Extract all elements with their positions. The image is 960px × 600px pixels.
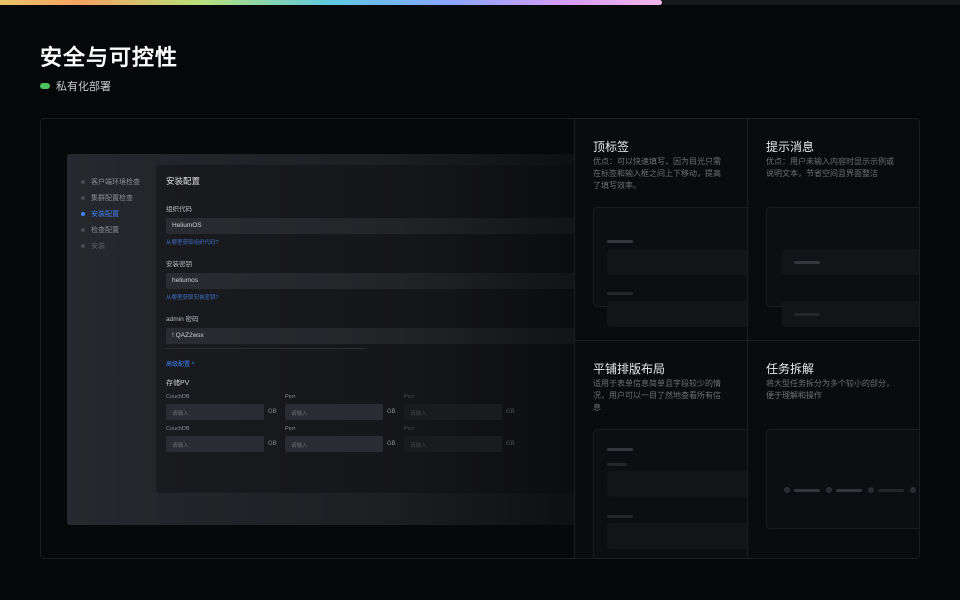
- step-check-config[interactable]: 检查配置: [81, 222, 140, 238]
- card-description: 优点：用户未输入内容时显示示例或说明文本，节省空间且界面整洁: [766, 157, 894, 178]
- step-dot-icon: [868, 487, 874, 493]
- storage-field: Perr 请输入 GB: [285, 394, 396, 420]
- illustration-input-box: [607, 249, 747, 275]
- storage-field-label: CouchDB: [166, 394, 190, 400]
- mock-install-app: 客户端环境检查 集群配置检查 安装配置 检查配置 安装 安装配置 组织代码 He…: [67, 154, 587, 525]
- step-label: 客户端环境检查: [91, 179, 140, 186]
- illustration-label-line: [607, 240, 633, 243]
- storage-unit: GB: [506, 409, 515, 415]
- step-label: 安装配置: [91, 211, 119, 218]
- step-install[interactable]: 安装: [81, 238, 140, 254]
- advanced-config-toggle[interactable]: 高级配置 ^: [166, 359, 577, 368]
- card-description: 适用于表单信息简单且字段较少的情况，用户可以一目了然地查看所有信息: [593, 379, 721, 412]
- progress-bar: [0, 0, 960, 5]
- divider: [166, 348, 366, 349]
- install-steps-nav: 客户端环境检查 集群配置检查 安装配置 检查配置 安装: [81, 174, 140, 254]
- illustration-input-box: [607, 301, 747, 327]
- admin-password-input[interactable]: ! QAZ2wsx: [166, 328, 577, 344]
- step-line: [878, 489, 904, 492]
- storage-field: CouchDB 请输入 GB: [166, 426, 277, 452]
- illustration-input-box: [607, 523, 747, 549]
- step-dot-icon: [81, 244, 85, 248]
- step-label: 安装: [91, 243, 105, 250]
- storage-field-label: Perr: [404, 394, 415, 400]
- storage-field-label: CouchDB: [166, 426, 190, 432]
- storage-field-input[interactable]: 请输入: [166, 436, 264, 452]
- storage-unit: GB: [506, 441, 515, 447]
- storage-unit: GB: [387, 409, 396, 415]
- step-label: 集群配置检查: [91, 195, 133, 202]
- step-line: [794, 489, 820, 492]
- step-install-config[interactable]: 安装配置: [81, 206, 140, 222]
- admin-password-label: admin 密码: [166, 316, 199, 323]
- org-code-input[interactable]: HeliumOS: [166, 218, 577, 234]
- storage-field-input[interactable]: 请输入: [285, 436, 383, 452]
- subtitle-row: 私有化部署: [40, 78, 111, 94]
- storage-pv-title: 存储PV: [166, 380, 190, 387]
- card-title: 提示消息: [766, 140, 815, 154]
- org-code-label: 组织代码: [166, 206, 192, 213]
- green-pill-icon: [40, 83, 50, 89]
- illustration-label-line: [607, 515, 633, 518]
- step-dot-icon: [826, 487, 832, 493]
- storage-field-label: Perr: [285, 394, 296, 400]
- step-label: 检查配置: [91, 227, 119, 234]
- step-dot-icon: [81, 228, 85, 232]
- card-description: 优点：可以快速填写，因为目光只需在标签和输入框之间上下移动，提高了填写效率。: [593, 157, 721, 190]
- storage-field-input[interactable]: 请输入: [285, 404, 383, 420]
- storage-field-label: Perr: [285, 426, 296, 432]
- illustration-input-box: [607, 471, 747, 497]
- illustration-label-line: [607, 463, 627, 466]
- storage-field: CouchDB 请输入 GB: [166, 394, 277, 420]
- illustration-placeholder-line: [794, 261, 820, 264]
- storage-unit: GB: [268, 409, 277, 415]
- org-code-help-link[interactable]: 从哪里获取组织代码?: [166, 238, 577, 246]
- card-task-breakdown: 任务拆解 将大型任务拆分为多个较小的部分，便于理解和操作: [747, 340, 919, 558]
- step-dot-icon: [784, 487, 790, 493]
- step-dot-icon: [81, 196, 85, 200]
- card-flat-layout: 平铺排版布局 适用于表单信息简单且字段较少的情况，用户可以一目了然地查看所有信息: [574, 340, 747, 558]
- illustration-placeholder-line: [794, 313, 820, 316]
- card-top-label: 顶标签 优点：可以快速填写，因为目光只需在标签和输入框之间上下移动，提高了填写效…: [574, 119, 747, 340]
- illustration-label-line: [607, 448, 633, 451]
- install-key-input[interactable]: heliumos: [166, 273, 577, 289]
- page-title: 安全与可控性: [40, 45, 179, 70]
- page-subtitle: 私有化部署: [56, 81, 111, 93]
- storage-row: CouchDB 请输入 GB Perr 请输入 GB Perr 请输入 GB: [166, 394, 577, 424]
- storage-field: Perr 请输入 GB: [404, 426, 515, 452]
- step-dot-icon: [81, 180, 85, 184]
- illustration-label-line: [607, 292, 633, 295]
- storage-field: Perr 请输入 GB: [404, 394, 515, 420]
- illustration-frame: [766, 429, 919, 529]
- storage-unit: GB: [268, 441, 277, 447]
- install-key-help-link[interactable]: 从哪里获取安装密钥?: [166, 293, 577, 301]
- storage-field-label: Perr: [404, 426, 415, 432]
- card-hint-message: 提示消息 优点：用户未输入内容时显示示例或说明文本，节省空间且界面整洁: [747, 119, 919, 340]
- step-cluster-config-check[interactable]: 集群配置检查: [81, 190, 140, 206]
- storage-field-input[interactable]: 请输入: [404, 404, 502, 420]
- card-description: 将大型任务拆分为多个较小的部分，便于理解和操作: [766, 379, 894, 400]
- storage-field-input[interactable]: 请输入: [404, 436, 502, 452]
- panel-title: 安装配置: [166, 176, 201, 186]
- storage-row: CouchDB 请输入 GB Perr 请输入 GB Perr 请输入 GB: [166, 426, 577, 456]
- progress-fill: [0, 0, 663, 5]
- step-client-env-check[interactable]: 客户端环境检查: [81, 174, 140, 190]
- storage-field-input[interactable]: 请输入: [166, 404, 264, 420]
- card-title: 顶标签: [593, 140, 630, 154]
- showcase-frame: 客户端环境检查 集群配置检查 安装配置 检查配置 安装 安装配置 组织代码 He…: [40, 118, 920, 559]
- card-title: 任务拆解: [766, 362, 815, 376]
- storage-unit: GB: [387, 441, 396, 447]
- step-line: [836, 489, 862, 492]
- install-key-label: 安装密钥: [166, 261, 192, 268]
- card-title: 平铺排版布局: [593, 362, 666, 376]
- storage-field: Perr 请输入 GB: [285, 426, 396, 452]
- step-dot-icon: [910, 487, 916, 493]
- install-config-panel: 安装配置 组织代码 HeliumOS 从哪里获取组织代码? 安装密钥 heliu…: [156, 165, 587, 493]
- step-dot-icon: [81, 212, 85, 216]
